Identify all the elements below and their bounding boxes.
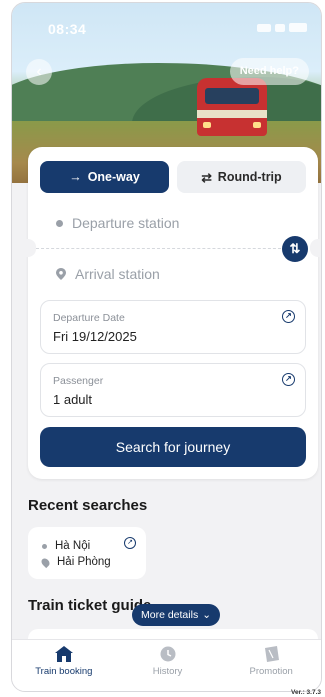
more-details-button[interactable]: More details ⌄ [132,604,221,626]
trip-type-toggle: → One-way ⇄ Round-trip [40,161,306,193]
signal-icon [257,23,271,32]
swap-vertical-icon: ⇅ [289,241,301,256]
recent-to: Hải Phòng [57,556,111,568]
passenger-field[interactable]: Passenger 1 adult ↗ [40,363,306,417]
recent-search-item[interactable]: Hà Nội Hải Phòng ↗ [28,527,146,579]
origin-dot-icon [42,543,47,549]
departure-date-value: Fri 19/12/2025 [53,329,137,344]
recent-from-row: Hà Nội [42,540,90,552]
round-trip-label: Round-trip [217,170,282,184]
search-journey-button[interactable]: Search for journey [40,427,306,467]
wifi-icon [275,23,285,32]
card-notch-right [310,239,321,257]
tab-train-booking[interactable]: Train booking [12,640,116,691]
location-pin-icon [39,556,52,568]
back-button[interactable]: ‹ [26,59,52,85]
one-way-label: One-way [87,170,140,184]
recent-searches-title: Recent searches [28,497,148,514]
need-help-button[interactable]: Need help? [229,58,309,85]
battery-icon [289,23,307,32]
ticket-icon [265,646,280,662]
recent-to-row: Hải Phòng [39,556,111,568]
clock-icon [160,646,175,662]
status-icons [257,23,307,32]
passenger-label: Passenger [53,375,104,387]
train-image [197,78,267,136]
round-trip-button[interactable]: ⇄ Round-trip [177,161,306,193]
passenger-value: 1 adult [53,392,93,407]
tab-label: Promotion [249,666,293,677]
arrow-right-icon: → [69,170,82,184]
chevron-down-icon: ⌄ [202,609,212,621]
card-notch-left [20,239,36,257]
swap-horizontal-icon: ⇄ [201,170,212,185]
arrow-up-right-circle-icon: ↗ [282,310,295,323]
one-way-button[interactable]: → One-way [40,161,169,193]
more-details-label: More details [141,609,199,621]
arrival-station-placeholder: Arrival station [75,266,160,282]
swap-stations-button[interactable]: ⇅ [282,236,308,262]
tab-label: History [152,666,183,677]
app-screen: 08:34 ‹ Need help? → One-way ⇄ Round-tri… [11,2,322,692]
bottom-tab-bar: Train booking History Promotion [12,639,321,691]
home-icon [54,646,73,662]
arrow-up-right-circle-icon: ↗ [124,537,136,549]
chevron-left-icon: ‹ [36,63,42,80]
booking-card: → One-way ⇄ Round-trip Departure station… [20,147,321,479]
departure-station-field[interactable]: Departure station [56,215,179,231]
app-version: Ver.: 3.7.3 [291,689,321,696]
arrival-station-field[interactable]: Arrival station [56,266,160,282]
location-pin-icon [56,268,66,280]
departure-station-placeholder: Departure station [72,215,180,231]
status-time: 08:34 [48,21,87,37]
tab-label: Train booking [35,666,93,677]
tab-promotion[interactable]: Promotion [219,640,321,691]
recent-from: Hà Nội [55,540,91,552]
tab-history[interactable]: History [116,640,220,691]
departure-dot-icon [56,219,63,227]
station-divider [36,248,286,249]
arrow-up-right-circle-icon: ↗ [282,373,295,386]
departure-date-field[interactable]: Departure Date Fri 19/12/2025 ↗ [40,300,306,354]
departure-date-label: Departure Date [53,312,125,324]
